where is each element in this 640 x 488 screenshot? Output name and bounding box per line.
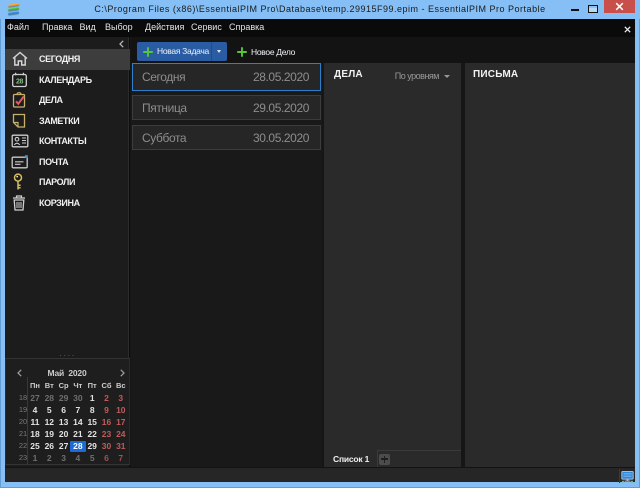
svg-text:28: 28 <box>16 78 23 85</box>
